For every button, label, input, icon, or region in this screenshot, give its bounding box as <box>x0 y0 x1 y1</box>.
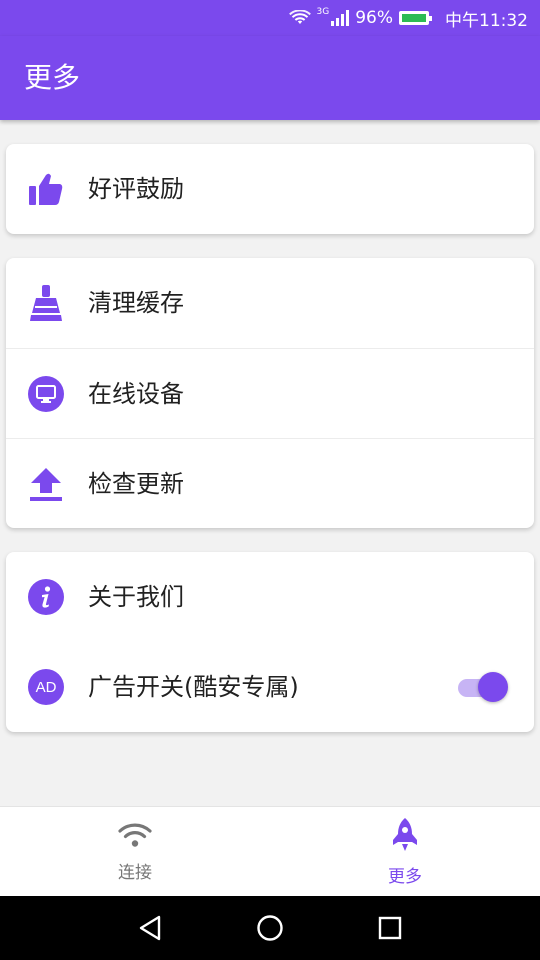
menu-item-label: 清理缓存 <box>88 289 184 317</box>
card-rate: 好评鼓励 <box>6 144 534 234</box>
app-bar: 更多 <box>0 36 540 120</box>
broom-icon <box>28 285 64 321</box>
system-navigation-bar <box>0 896 540 960</box>
menu-item-label: 广告开关(酷安专属) <box>88 673 299 701</box>
upload-icon <box>28 466 64 502</box>
network-type-label: 3G <box>316 7 330 17</box>
menu-item-online-devices[interactable]: 在线设备 <box>6 348 534 438</box>
card-about: 关于我们 AD 广告开关(酷安专属) <box>6 552 534 732</box>
menu-item-rate[interactable]: 好评鼓励 <box>6 144 534 234</box>
menu-item-ad-switch[interactable]: AD 广告开关(酷安专属) <box>6 642 534 732</box>
signal-icon <box>331 10 350 26</box>
battery-icon <box>399 11 432 25</box>
thumbs-up-icon <box>28 171 64 207</box>
status-bar: 3G 96% 中午11:32 <box>0 0 540 36</box>
wifi-icon <box>118 822 152 852</box>
ad-icon: AD <box>28 669 64 705</box>
bottom-navigation: 连接 更多 <box>0 806 540 896</box>
menu-item-about[interactable]: 关于我们 <box>6 552 534 642</box>
ad-toggle-switch[interactable] <box>458 672 508 702</box>
back-icon[interactable] <box>134 912 166 944</box>
recents-icon[interactable] <box>374 912 406 944</box>
menu-item-clear-cache[interactable]: 清理缓存 <box>6 258 534 348</box>
nav-tab-connect[interactable]: 连接 <box>0 807 270 897</box>
monitor-icon <box>28 375 64 412</box>
menu-item-check-update[interactable]: 检查更新 <box>6 438 534 528</box>
home-icon[interactable] <box>254 912 286 944</box>
menu-item-label: 在线设备 <box>88 379 184 408</box>
rocket-icon <box>392 817 418 856</box>
toggle-thumb <box>478 672 508 702</box>
info-icon <box>28 579 64 615</box>
nav-tab-more[interactable]: 更多 <box>270 807 540 897</box>
wifi-status-icon <box>288 10 311 26</box>
clock: 中午11:32 <box>445 10 528 31</box>
card-tools: 清理缓存 在线设备 检查更新 <box>6 258 534 528</box>
battery-percent: 96% <box>355 8 393 28</box>
menu-item-label: 检查更新 <box>88 469 184 498</box>
menu-item-label: 好评鼓励 <box>88 175 184 203</box>
menu-item-label: 关于我们 <box>88 583 184 611</box>
nav-tab-label: 更多 <box>388 866 422 887</box>
page-title: 更多 <box>24 61 81 94</box>
nav-tab-label: 连接 <box>118 862 152 883</box>
ad-icon-text: AD <box>35 678 57 696</box>
